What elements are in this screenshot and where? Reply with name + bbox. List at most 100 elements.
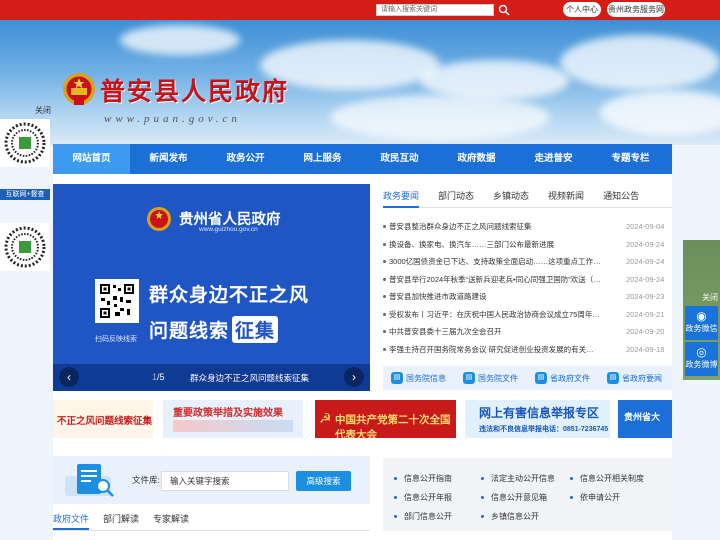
site-url: www.puan.gov.cn xyxy=(104,113,241,125)
left-qr-float: 关闭 互联网+督查 xyxy=(0,105,52,320)
carousel-prev-button[interactable]: ‹ xyxy=(59,367,79,387)
qr-code-icon xyxy=(0,119,50,167)
carousel-caption-bar: ‹ 1/5 群众身边不正之风问题线索征集 › xyxy=(53,364,370,391)
doc-tabs: 政府文件 部门解读 专家解读 xyxy=(53,510,370,531)
promo-banner-text: 重要政策举措及实施效果 xyxy=(173,408,283,419)
qr-code-icon xyxy=(0,223,50,271)
quick-link-province-news[interactable]: ▤ 省政府要闻 xyxy=(607,372,671,384)
carousel-qr-caption: 扫码反映线索 xyxy=(95,336,137,343)
carousel-counter: 1/5 xyxy=(152,372,165,382)
news-title[interactable]: 中共普安县委十三届九次全会召开 xyxy=(389,323,601,341)
nav-item-topics[interactable]: 专题专栏 xyxy=(592,144,669,174)
bullet-icon xyxy=(383,295,386,298)
promo-banner-misconduct[interactable]: 不正之风问题线索征集 xyxy=(53,400,153,438)
carousel-stamp: 征集 xyxy=(232,316,279,343)
document-library-icon xyxy=(65,464,114,497)
nav-item-news[interactable]: 新闻发布 xyxy=(130,144,207,174)
promo-banner-report[interactable]: 网上有害信息举报专区 违法和不良信息举报电话：0851-7236745 xyxy=(465,400,610,438)
news-row[interactable]: 换设备、换家电、换汽车……三部门公布最新进展 2024-09-24 xyxy=(383,236,672,254)
promo-banner-text: 贵州省大 xyxy=(624,412,661,422)
province-emblem-icon xyxy=(147,207,171,231)
news-row[interactable]: 受权发布丨习近平：在庆祝中国人民政治协商会议成立75周年大会上的讲话 2024-0… xyxy=(383,306,672,324)
national-emblem-icon xyxy=(63,73,95,105)
nav-item-online-service[interactable]: 网上服务 xyxy=(284,144,361,174)
doc-search-panel: 文件库: 输入关键字搜索 高级搜索 xyxy=(53,456,370,504)
news-row[interactable]: 普安县加快推进市政道路建设 2024-09-23 xyxy=(383,288,672,306)
promo-banner-guizhou[interactable]: 贵州省大 xyxy=(618,400,672,438)
news-carousel[interactable]: 贵州省人民政府 www.guizhou.gov.cn 扫码反映线索 群众身边不正… xyxy=(53,184,370,391)
tab-town-news[interactable]: 乡镇动态 xyxy=(493,186,529,208)
quick-link-province-docs[interactable]: ▤ 省政府文件 xyxy=(535,372,599,384)
quick-link-state-council-docs[interactable]: ▤ 国务院文件 xyxy=(463,372,527,384)
news-row[interactable]: 普安县举行2024年秋季“送新兵迎老兵•同心同强卫国防”欢送（迎）仪式 2024-… xyxy=(383,271,672,289)
bullet-icon xyxy=(383,277,386,281)
news-row[interactable]: 中共普安县委十三届九次全会召开 2024-09-20 xyxy=(383,323,672,341)
advanced-search-button[interactable]: 高级搜索 xyxy=(296,471,351,491)
nav-item-gov-affairs[interactable]: 政务公开 xyxy=(207,144,284,174)
bullet-icon xyxy=(383,242,386,246)
nav-item-about[interactable]: 走进普安 xyxy=(515,144,592,174)
bullet-icon xyxy=(383,347,386,351)
news-title[interactable]: 普安县整治群众身边不正之风问题线索征集 xyxy=(389,218,601,236)
promo-banners: 不正之风问题线索征集 重要政策举措及实施效果 ☭ 中国共产党第二十次全国代表大会… xyxy=(53,400,672,438)
news-title[interactable]: 换设备、换家电、换汽车……三部门公布最新进展 xyxy=(389,236,601,254)
wechat-icon: ◉ xyxy=(696,309,707,323)
weibo-button[interactable]: ◎ 政务微博 xyxy=(685,342,718,376)
quick-link-state-council-info[interactable]: ▤ 国务院信息 xyxy=(391,372,455,384)
news-row[interactable]: 3000亿国债资金已下达、支持政策全面启动……这项重点工作最新进展 2024-09… xyxy=(383,253,672,271)
carousel-total: /5 xyxy=(157,372,165,382)
news-row[interactable]: 李强主持召开国务院常务会议 研究促进创业投资发展的有关举措 2024-09-18 xyxy=(383,341,672,359)
service-net-button[interactable]: 贵州政务服务网 xyxy=(607,2,665,17)
tab-gov-news[interactable]: 政务要闻 xyxy=(383,186,420,208)
info-link-rules[interactable]: 信息公开相关制度 xyxy=(570,473,644,484)
doc-search-input[interactable]: 输入关键字搜索 xyxy=(161,471,289,491)
wechat-label: 政务微信 xyxy=(685,324,718,333)
bullet-icon xyxy=(383,312,386,316)
nav-item-home[interactable]: 网站首页 xyxy=(53,144,130,174)
news-title[interactable]: 普安县加快推进市政道路建设 xyxy=(389,288,601,306)
close-right-float-button[interactable]: 关闭 xyxy=(702,292,718,303)
doc-library-label: 文件库: xyxy=(132,475,160,485)
user-center-button[interactable]: 个人中心 xyxy=(563,2,601,17)
news-date: 2024-09-23 xyxy=(626,292,665,301)
header-banner: 普安县人民政府 www.puan.gov.cn xyxy=(0,20,720,145)
news-title[interactable]: 李强主持召开国务院常务会议 研究促进创业投资发展的有关举措 xyxy=(389,341,601,359)
tab-dept-interpretation[interactable]: 部门解读 xyxy=(103,510,139,530)
carousel-headline-2-text: 问题线索 xyxy=(149,321,230,342)
site-search-input[interactable]: 请输入搜索关键词 xyxy=(376,4,494,16)
info-disclosure-grid: 信息公开指南 法定主动公开信息 信息公开相关制度 信息公开年报 信息公开意见箱 … xyxy=(383,458,672,531)
news-title[interactable]: 3000亿国债资金已下达、支持政策全面启动……这项重点工作最新进展 xyxy=(389,253,601,271)
nav-item-interaction[interactable]: 政民互动 xyxy=(361,144,438,174)
info-link-suggestion-box[interactable]: 信息公开意见箱 xyxy=(481,492,547,503)
carousel-headline-2: 问题线索 征集 xyxy=(149,316,279,343)
news-title[interactable]: 受权发布丨习近平：在庆祝中国人民政治协商会议成立75周年大会上的讲话 xyxy=(389,306,601,324)
promo-banner-congress[interactable]: ☭ 中国共产党第二十次全国代表大会 xyxy=(315,400,456,438)
quick-links-bar: ▤ 国务院信息 ▤ 国务院文件 ▤ 省政府文件 ▤ 省政府要闻 xyxy=(383,366,672,390)
wechat-button[interactable]: ◉ 政务微信 xyxy=(685,306,718,340)
search-icon xyxy=(498,4,510,16)
tab-dept-news[interactable]: 部门动态 xyxy=(438,186,474,208)
carousel-caption[interactable]: 群众身边不正之风问题线索征集 xyxy=(190,372,309,384)
info-link-annual-report[interactable]: 信息公开年报 xyxy=(394,492,452,503)
search-button[interactable] xyxy=(496,2,512,18)
info-link-dept[interactable]: 部门信息公开 xyxy=(394,511,452,522)
tab-expert-interpretation[interactable]: 专家解读 xyxy=(153,510,189,530)
main-nav: 网站首页 新闻发布 政务公开 网上服务 政民互动 政府数据 走进普安 专题专栏 xyxy=(53,144,672,174)
promo-banner-policy[interactable]: 重要政策举措及实施效果 xyxy=(163,400,303,438)
tab-notices[interactable]: 通知公告 xyxy=(603,186,639,208)
site-title: 普安县人民政府 xyxy=(100,77,290,106)
info-link-by-request[interactable]: 依申请公开 xyxy=(570,492,620,503)
carousel-next-button[interactable]: › xyxy=(344,367,364,387)
bullet-icon xyxy=(383,225,386,228)
close-left-float-button[interactable]: 关闭 xyxy=(35,105,51,116)
news-title[interactable]: 普安县举行2024年秋季“送新兵迎老兵•同心同强卫国防”欢送（迎）仪式 xyxy=(389,271,601,289)
news-date: 2024-09-24 xyxy=(626,239,665,249)
carousel-current: 1 xyxy=(152,372,158,382)
tab-video-news[interactable]: 视频新闻 xyxy=(548,186,584,208)
nav-item-gov-data[interactable]: 政府数据 xyxy=(438,144,515,174)
info-link-town[interactable]: 乡镇信息公开 xyxy=(481,511,539,522)
tab-gov-docs[interactable]: 政府文件 xyxy=(53,510,90,530)
news-row[interactable]: 普安县整治群众身边不正之风问题线索征集 2024-09-04 xyxy=(383,218,672,236)
info-link-guide[interactable]: 信息公开指南 xyxy=(394,473,452,484)
info-link-statutory[interactable]: 法定主动公开信息 xyxy=(481,473,555,484)
